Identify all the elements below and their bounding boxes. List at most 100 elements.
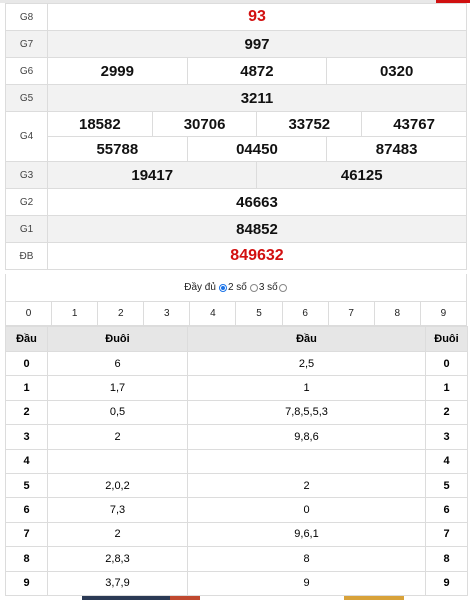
row-dau-2: 1: [187, 375, 426, 401]
prize-g1-value: 84852: [47, 215, 467, 243]
radio-unselected-icon[interactable]: [249, 283, 258, 292]
option-two-label: 2 số: [227, 282, 247, 293]
prize-g4-value-7: 87483: [326, 136, 467, 162]
table-row: 1 1,7 1 1: [5, 375, 468, 401]
row-dau-2: 9,6,1: [187, 521, 426, 548]
radio-selected-icon[interactable]: [218, 283, 227, 292]
table-row: 5 2,0,2 2 5: [5, 472, 468, 499]
header-duoi-2: Đuôi: [425, 326, 468, 352]
bottom-strip-1: [82, 596, 170, 600]
header-dau-2: Đầu: [187, 326, 426, 352]
digit-button-2[interactable]: 2: [98, 302, 145, 325]
row-duoi: 2: [47, 424, 188, 450]
prize-label-g8: G8: [5, 3, 48, 31]
bottom-strip-3: [344, 596, 404, 600]
prize-g4-value-1: 18582: [47, 111, 153, 137]
option-three-label: 3 số: [258, 282, 278, 293]
row-dau-2: 2,5: [187, 350, 426, 377]
prize-g4-value-2: 30706: [151, 111, 258, 137]
prize-g4-value-4: 43767: [361, 111, 467, 137]
row-duoi-2: 2: [425, 399, 468, 426]
prize-g6-value-3: 0320: [326, 57, 467, 85]
row-dau: 3: [5, 424, 48, 450]
table-row: 2 0,5 7,8,5,5,3 2: [5, 399, 468, 426]
digit-filter: 0 1 2 3 4 5 6 7 8 9: [5, 301, 467, 326]
row-dau-2: 7,8,5,5,3: [187, 399, 426, 426]
row-dau: 1: [5, 375, 48, 401]
row-dau: 9: [5, 570, 48, 596]
row-dau: 2: [5, 399, 48, 426]
table-row: 3 2 9,8,6 3: [5, 424, 468, 450]
row-duoi-2: 6: [425, 497, 468, 523]
digit-button-5[interactable]: 5: [236, 302, 283, 325]
digit-button-0[interactable]: 0: [6, 302, 53, 325]
table-row: 8 2,8,3 8 8: [5, 546, 468, 572]
row-duoi-2: 7: [425, 521, 468, 548]
radio-unselected-icon[interactable]: [278, 283, 287, 292]
prize-g3-value-2: 46125: [256, 161, 467, 189]
prize-g6-value-1: 2999: [47, 57, 188, 85]
digit-button-9[interactable]: 9: [421, 302, 466, 325]
prize-g2-value: 46663: [47, 188, 467, 216]
header-dau: Đầu: [5, 326, 48, 352]
option-three-digits[interactable]: 3 số: [249, 282, 288, 293]
row-duoi-2: 1: [425, 375, 468, 401]
table-row: 7 2 9,6,1 7: [5, 521, 468, 548]
loto-table: Đầu Đuôi Đầu Đuôi 0 6 2,5 0 1 1,7 1 1 2 0,5 7,8,5,…: [5, 326, 468, 596]
option-full-label: Đầy đủ: [184, 282, 216, 293]
row-duoi-2: 8: [425, 546, 468, 572]
row-duoi-2: 0: [425, 350, 468, 377]
row-duoi-2: 5: [425, 472, 468, 499]
prize-label-g4: G4: [5, 111, 48, 162]
prize-label-g1: G1: [5, 215, 48, 243]
row-duoi: 2: [47, 521, 188, 548]
prize-g5-value: 3211: [47, 84, 467, 112]
row-dau: 4: [5, 448, 48, 474]
row-duoi: 2,8,3: [47, 546, 188, 572]
table-row: 6 7,3 0 6: [5, 497, 468, 523]
digit-button-1[interactable]: 1: [52, 302, 99, 325]
digit-button-7[interactable]: 7: [329, 302, 375, 325]
row-duoi-2: 3: [425, 424, 468, 450]
row-dau-2: [187, 448, 426, 474]
prize-g4-value-5: 55788: [47, 136, 188, 162]
table-row: 0 6 2,5 0: [5, 350, 468, 377]
row-duoi: 1,7: [47, 375, 188, 401]
digit-button-6[interactable]: 6: [283, 302, 329, 325]
results-table: G8 93 G7 997 G6 2999 4872 0320 G5 3211 G…: [5, 3, 467, 270]
row-dau-2: 2: [187, 472, 426, 499]
digit-button-3[interactable]: 3: [144, 302, 191, 325]
row-dau-2: 8: [187, 546, 426, 572]
row-dau: 0: [5, 350, 48, 377]
row-duoi: 6: [47, 350, 188, 377]
row-dau-2: 9,8,6: [187, 424, 426, 450]
option-two-digits[interactable]: 2 số: [218, 282, 247, 293]
row-dau: 8: [5, 546, 48, 572]
row-duoi: 2,0,2: [47, 472, 188, 499]
prize-g8-value: 93: [47, 3, 467, 31]
row-duoi: 7,3: [47, 497, 188, 523]
row-duoi-2: 4: [425, 448, 468, 474]
digit-button-4[interactable]: 4: [190, 302, 237, 325]
header-duoi: Đuôi: [47, 326, 188, 352]
prize-label-g5: G5: [5, 84, 48, 112]
prize-g4-value-3: 33752: [256, 111, 363, 137]
row-dau-2: 9: [187, 570, 426, 596]
prize-label-g3: G3: [5, 161, 48, 189]
prize-g4-value-6: 04450: [186, 136, 328, 162]
row-dau: 7: [5, 521, 48, 548]
prize-label-g2: G2: [5, 188, 48, 216]
prize-label-db: ĐB: [5, 242, 48, 270]
row-duoi: [47, 448, 188, 474]
loto-rows: 0 6 2,5 0 1 1,7 1 1 2 0,5 7,8,5,5,3 2 3 2 9,8,6 3 4 4 5 2,0…: [5, 350, 468, 596]
prize-db-value: 849632: [47, 242, 467, 270]
prize-label-g7: G7: [5, 30, 48, 58]
digit-button-8[interactable]: 8: [375, 302, 421, 325]
table-row: 9 3,7,9 9 9: [5, 570, 468, 596]
row-duoi: 0,5: [47, 399, 188, 426]
row-duoi: 3,7,9: [47, 570, 188, 596]
display-options: Đầy đủ 2 số 3 số: [5, 274, 467, 301]
prize-g3-value-1: 19417: [46, 161, 258, 189]
bottom-strip-2: [170, 596, 200, 600]
row-dau-2: 0: [187, 497, 426, 523]
